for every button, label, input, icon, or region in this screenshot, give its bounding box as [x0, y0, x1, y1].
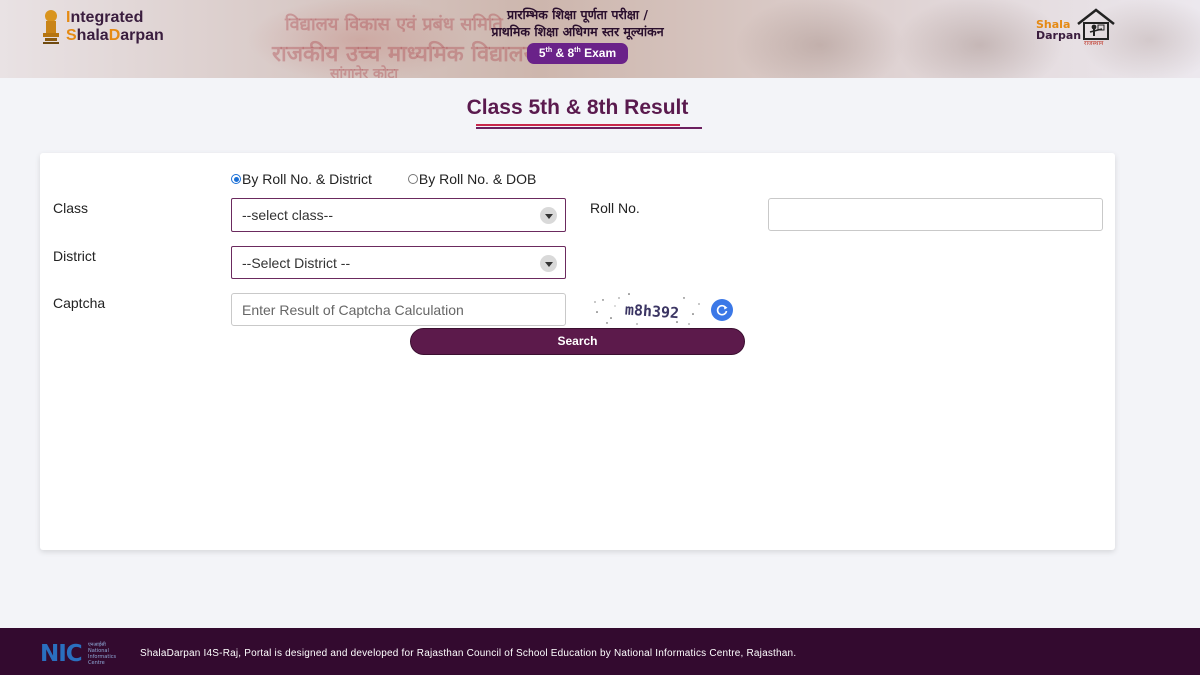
right-logo-sub: राजस्थान — [1084, 40, 1104, 47]
radio-checked-icon[interactable] — [231, 174, 241, 184]
district-select-value: --Select District -- — [242, 255, 351, 271]
exam-title-line2: प्राथमिक शिक्षा अधिगम स्तर मूल्यांकन — [491, 24, 664, 39]
shaladarpan-rajasthan-logo[interactable]: Shala Darpan राजस्थान — [1036, 8, 1118, 48]
brand-text: Integrated ShalaDarpan — [66, 9, 164, 44]
search-mode-radio-group: By Roll No. & District By Roll No. & DOB — [231, 171, 536, 187]
search-button[interactable]: Search — [410, 328, 745, 355]
ashoka-emblem-icon — [40, 8, 62, 46]
nic-logo[interactable]: NIC एनआईसी National Informatics Centre — [40, 641, 120, 667]
banner-bg-text-3: सांगानेर कोटा — [330, 66, 399, 78]
captcha-label: Captcha — [53, 295, 106, 311]
radio-unchecked-icon[interactable] — [407, 174, 418, 184]
title-underline-secondary — [476, 127, 702, 129]
captcha-text: m8h392 — [624, 301, 679, 323]
exam-title: प्रारम्भिक शिक्षा पूर्णता परीक्षा / प्रा… — [470, 6, 685, 64]
district-label: District — [53, 248, 96, 264]
header-banner: विद्यालय विकास एवं प्रबंध समिति राजकीय उ… — [0, 0, 1200, 78]
class-select[interactable]: --select class-- — [231, 198, 566, 232]
page-title: Class 5th & 8th Result — [466, 96, 689, 119]
radio-by-rollno-dob[interactable]: By Roll No. & DOB — [407, 171, 536, 187]
class-label: Class — [53, 200, 89, 216]
integrated-shaladarpan-logo[interactable]: Integrated ShalaDarpan — [40, 8, 164, 46]
class-select-value: --select class-- — [242, 207, 334, 223]
refresh-captcha-button[interactable] — [711, 299, 733, 321]
chevron-down-icon[interactable] — [540, 255, 557, 272]
exam-badge: 5th & 8th Exam — [526, 43, 629, 64]
title-underline — [476, 124, 680, 126]
right-logo-text: Shala Darpan — [1036, 18, 1082, 42]
rollno-label: Roll No. — [590, 200, 640, 216]
captcha-input[interactable] — [231, 293, 566, 326]
district-select[interactable]: --Select District -- — [231, 246, 566, 279]
radio-by-rollno-district[interactable]: By Roll No. & District — [231, 171, 372, 187]
refresh-icon — [716, 304, 728, 316]
captcha-image: m8h392 — [589, 290, 703, 328]
exam-title-line1: प्रारम्भिक शिक्षा पूर्णता परीक्षा / — [507, 7, 648, 22]
rollno-input[interactable] — [768, 198, 1103, 231]
footer-text: ShalaDarpan I4S-Raj, Portal is designed … — [140, 648, 797, 659]
chevron-down-icon[interactable] — [540, 207, 557, 224]
